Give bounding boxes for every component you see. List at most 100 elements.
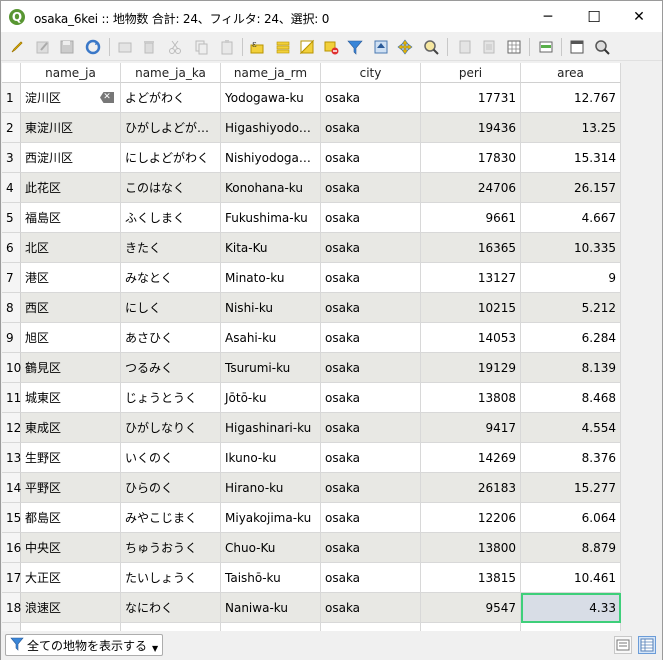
table-cell-name_ja_ka[interactable]: あさひく <box>121 323 221 353</box>
table-cell-peri[interactable]: 13800 <box>421 533 521 563</box>
row-header[interactable]: 1 <box>2 83 21 113</box>
table-cell-area[interactable]: 4.554 <box>521 413 621 443</box>
row-header[interactable]: 17 <box>2 563 21 593</box>
table-cell-name_ja[interactable]: 北区 <box>21 233 121 263</box>
table-cell-city[interactable]: osaka <box>321 263 421 293</box>
table-cell-name_ja[interactable]: 福島区 <box>21 203 121 233</box>
table-cell-name_ja_ka[interactable]: なにわく <box>121 593 221 623</box>
table-cell-area[interactable]: 12.767 <box>521 83 621 113</box>
table-cell-name_ja_ka[interactable]: にしく <box>121 293 221 323</box>
table-cell-area[interactable]: 6.284 <box>521 323 621 353</box>
table-cell-name_ja_rm[interactable]: Tsurumi-ku <box>221 353 321 383</box>
table-cell-name_ja_ka[interactable]: ひらのく <box>121 473 221 503</box>
table-cell-area[interactable]: 4.667 <box>521 203 621 233</box>
table-cell-name_ja[interactable]: 港区 <box>21 263 121 293</box>
column-header-city[interactable]: city <box>321 63 421 83</box>
table-cell-name_ja[interactable]: 淀川区 ✕ <box>21 83 121 113</box>
table-cell-area[interactable]: 10.335 <box>521 233 621 263</box>
select-all-icon[interactable] <box>273 37 293 57</box>
table-cell-peri[interactable]: 12206 <box>421 503 521 533</box>
table-cell-name_ja_rm[interactable]: Miyakojima-ku <box>221 503 321 533</box>
table-cell-area[interactable]: 8.139 <box>521 353 621 383</box>
table-cell-name_ja_ka[interactable]: いくのく <box>121 443 221 473</box>
column-header-peri[interactable]: peri <box>421 63 521 83</box>
maximize-button[interactable]: ☐ <box>571 1 617 32</box>
table-cell-name_ja[interactable]: 城東区 <box>21 383 121 413</box>
vertical-scrollbar[interactable] <box>621 63 641 631</box>
form-view-icon[interactable] <box>614 636 632 654</box>
table-cell-name_ja[interactable]: 平野区 <box>21 473 121 503</box>
table-cell-area[interactable]: 15.314 <box>521 143 621 173</box>
delete-icon[interactable] <box>139 37 159 57</box>
pan-to-selection-icon[interactable] <box>395 37 415 57</box>
table-cell-city[interactable]: osaka <box>321 443 421 473</box>
table-cell-name_ja_ka[interactable]: よどがわく <box>121 83 221 113</box>
row-header[interactable]: 7 <box>2 263 21 293</box>
table-cell-name_ja_ka[interactable] <box>121 623 221 631</box>
table-cell-name_ja[interactable] <box>21 623 121 631</box>
table-cell-peri[interactable]: 13127 <box>421 263 521 293</box>
new-field-icon[interactable] <box>455 37 475 57</box>
reload-icon[interactable] <box>83 37 103 57</box>
clear-icon[interactable]: ✕ <box>100 92 114 103</box>
table-cell-name_ja[interactable]: 東淀川区 <box>21 113 121 143</box>
table-cell-name_ja_rm[interactable]: Kita-Ku <box>221 233 321 263</box>
table-cell-area[interactable] <box>521 623 621 631</box>
table-cell-city[interactable]: osaka <box>321 323 421 353</box>
table-cell-city[interactable]: osaka <box>321 203 421 233</box>
row-header[interactable]: 4 <box>2 173 21 203</box>
table-cell-name_ja_ka[interactable]: ひがしなりく <box>121 413 221 443</box>
table-cell-name_ja_ka[interactable]: じょうとうく <box>121 383 221 413</box>
table-cell-area[interactable]: 5.212 <box>521 293 621 323</box>
table-cell-name_ja_rm[interactable]: Higashiyodoga... <box>221 113 321 143</box>
table-cell-peri[interactable]: 9417 <box>421 413 521 443</box>
table-cell-name_ja_rm[interactable]: Taishō-ku <box>221 563 321 593</box>
row-header[interactable]: 15 <box>2 503 21 533</box>
table-cell-city[interactable]: osaka <box>321 143 421 173</box>
table-cell-name_ja[interactable]: 浪速区 <box>21 593 121 623</box>
table-cell-city[interactable]: osaka <box>321 83 421 113</box>
table-cell-name_ja_rm[interactable]: Asahi-ku <box>221 323 321 353</box>
table-cell-area[interactable]: 8.879 <box>521 533 621 563</box>
table-cell-name_ja_ka[interactable]: ふくしまく <box>121 203 221 233</box>
table-cell-name_ja[interactable]: 西区 <box>21 293 121 323</box>
table-cell-name_ja_ka[interactable]: にしよどがわく <box>121 143 221 173</box>
table-cell-name_ja[interactable]: 中央区 <box>21 533 121 563</box>
row-header[interactable]: 2 <box>2 113 21 143</box>
table-cell-peri[interactable]: 17731 <box>421 83 521 113</box>
table-cell-name_ja_rm[interactable]: Minato-ku <box>221 263 321 293</box>
table-cell-name_ja[interactable]: 此花区 <box>21 173 121 203</box>
table-cell-name_ja_rm[interactable]: Higashinari-ku <box>221 413 321 443</box>
table-cell-name_ja_ka[interactable]: きたく <box>121 233 221 263</box>
feature-filter-button[interactable]: 全ての地物を表示する ▼ <box>5 634 164 656</box>
field-calculator-icon[interactable] <box>504 37 524 57</box>
table-cell-area[interactable]: 15.277 <box>521 473 621 503</box>
table-cell-name_ja[interactable]: 鶴見区 <box>21 353 121 383</box>
conditional-format-icon[interactable] <box>536 37 556 57</box>
move-to-top-icon[interactable] <box>371 37 391 57</box>
table-cell-peri[interactable]: 10215 <box>421 293 521 323</box>
table-cell-area[interactable]: 4.33 <box>521 593 621 623</box>
table-cell-name_ja_ka[interactable]: このはなく <box>121 173 221 203</box>
table-cell-name_ja_rm[interactable]: Yodogawa-ku <box>221 83 321 113</box>
copy-icon[interactable] <box>191 37 211 57</box>
row-header[interactable]: 10 <box>2 353 21 383</box>
table-cell-peri[interactable]: 19129 <box>421 353 521 383</box>
table-cell-name_ja_rm[interactable]: Konohana-ku <box>221 173 321 203</box>
table-cell-city[interactable] <box>321 623 421 631</box>
table-cell-area[interactable]: 26.157 <box>521 173 621 203</box>
invert-selection-icon[interactable] <box>297 37 317 57</box>
table-cell-peri[interactable]: 16365 <box>421 233 521 263</box>
row-header[interactable] <box>2 623 21 631</box>
dock-icon[interactable] <box>567 37 587 57</box>
table-cell-name_ja_rm[interactable]: Hirano-ku <box>221 473 321 503</box>
table-cell-name_ja_ka[interactable]: つるみく <box>121 353 221 383</box>
table-cell-peri[interactable]: 26183 <box>421 473 521 503</box>
table-cell-city[interactable]: osaka <box>321 233 421 263</box>
table-cell-name_ja_ka[interactable]: たいしょうく <box>121 563 221 593</box>
row-header[interactable]: 12 <box>2 413 21 443</box>
table-cell-city[interactable]: osaka <box>321 293 421 323</box>
row-header[interactable]: 3 <box>2 143 21 173</box>
table-cell-city[interactable]: osaka <box>321 593 421 623</box>
table-cell-city[interactable]: osaka <box>321 413 421 443</box>
